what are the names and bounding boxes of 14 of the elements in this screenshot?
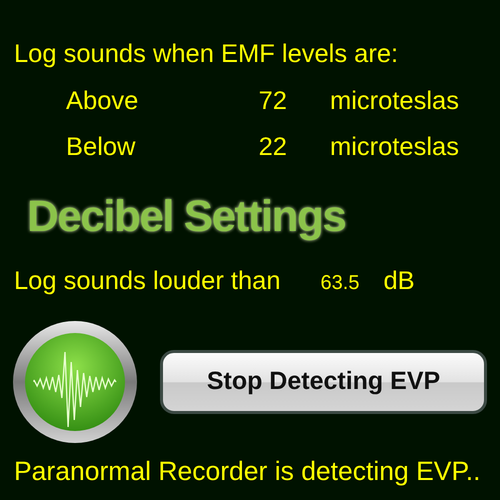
status-text: Paranormal Recorder is detecting EVP.. <box>14 458 482 484</box>
unit-label: microteslas <box>330 135 459 160</box>
prompt-text: Log sounds when EMF levels are: <box>14 42 400 68</box>
stop-detecting-button[interactable]: Stop Detecting EVP <box>160 350 487 414</box>
threshold-label: Above <box>66 88 140 114</box>
threshold-value: 22 <box>258 135 287 160</box>
section-heading: Decibel Settings <box>27 194 346 238</box>
waveform-icon <box>12 320 138 444</box>
decibel-label: Log sounds louder than <box>14 268 281 294</box>
threshold-value: 72 <box>258 88 287 114</box>
threshold-label: Below <box>66 135 136 160</box>
unit-label: dB <box>383 268 415 294</box>
decibel-value: 63.5 <box>320 272 360 292</box>
unit-label: microteslas <box>330 88 459 114</box>
